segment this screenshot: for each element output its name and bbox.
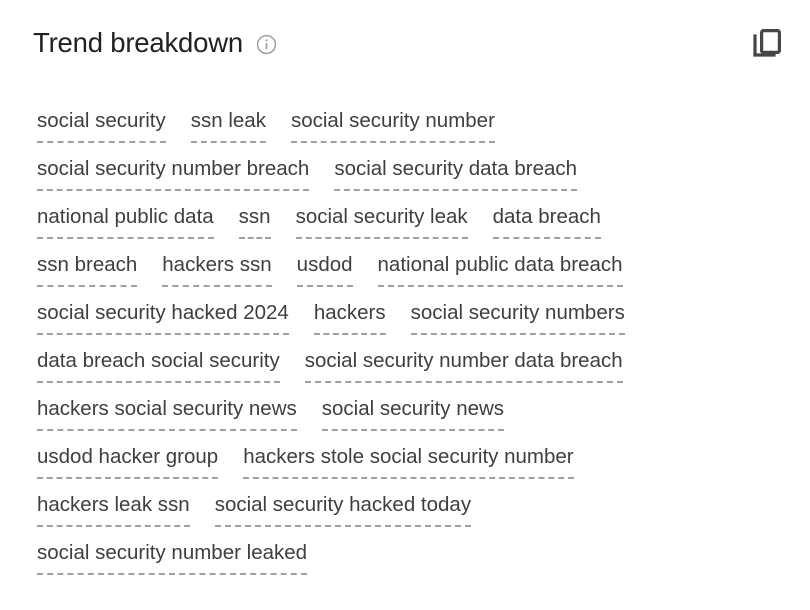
trend-term[interactable]: national public data	[37, 204, 214, 239]
trend-term[interactable]: social security	[37, 108, 166, 143]
trend-term[interactable]: national public data breach	[377, 252, 623, 287]
term-row: social security number leaked	[37, 540, 788, 588]
trend-term[interactable]: social security number breach	[37, 156, 310, 191]
term-row: social security number breach social sec…	[37, 156, 788, 204]
term-row: social security ssn leak social security…	[37, 108, 788, 156]
term-row: hackers leak ssn social security hacked …	[37, 492, 788, 540]
trend-term[interactable]: hackers stole social security number	[243, 444, 574, 479]
trend-term[interactable]: ssn leak	[190, 108, 266, 143]
info-circle-icon[interactable]	[256, 34, 277, 55]
copy-button[interactable]	[744, 22, 788, 66]
trend-term[interactable]: usdod hacker group	[37, 444, 219, 479]
trend-term[interactable]: usdod	[296, 252, 353, 287]
trend-term[interactable]: hackers leak ssn	[37, 492, 190, 527]
card-header: Trend breakdown	[33, 26, 782, 78]
copy-icon	[753, 28, 781, 57]
title-group: Trend breakdown	[33, 26, 277, 60]
term-row: social security hacked 2024 hackers soci…	[37, 300, 788, 348]
trend-term[interactable]: hackers	[313, 300, 386, 335]
page-title: Trend breakdown	[33, 27, 243, 58]
trend-term[interactable]: social security hacked today	[214, 492, 472, 527]
term-row: hackers social security news social secu…	[37, 396, 788, 444]
term-row: ssn breach hackers ssn usdod national pu…	[37, 252, 788, 300]
trend-term[interactable]: social security numbers	[410, 300, 625, 335]
trend-term[interactable]: ssn	[238, 204, 271, 239]
term-row: usdod hacker group hackers stole social …	[37, 444, 788, 492]
trend-term[interactable]: data breach social security	[37, 348, 280, 383]
trend-term[interactable]: hackers ssn	[162, 252, 272, 287]
trend-breakdown-card: Trend breakdown social security ssn leak…	[0, 0, 810, 610]
term-row: national public data ssn social security…	[37, 204, 788, 252]
trend-term[interactable]: social security number data breach	[304, 348, 623, 383]
trend-term[interactable]: ssn breach	[37, 252, 138, 287]
trend-term[interactable]: social security number	[290, 108, 495, 143]
trend-term[interactable]: social security data breach	[334, 156, 578, 191]
trend-term[interactable]: data breach	[492, 204, 601, 239]
term-row: data breach social security social secur…	[37, 348, 788, 396]
trend-term[interactable]: hackers social security news	[37, 396, 297, 431]
trend-term[interactable]: social security number leaked	[37, 540, 308, 575]
trend-terms-list: social security ssn leak social security…	[37, 108, 788, 588]
trend-term[interactable]: social security news	[321, 396, 505, 431]
trend-term[interactable]: social security leak	[295, 204, 468, 239]
trend-term[interactable]: social security hacked 2024	[37, 300, 289, 335]
